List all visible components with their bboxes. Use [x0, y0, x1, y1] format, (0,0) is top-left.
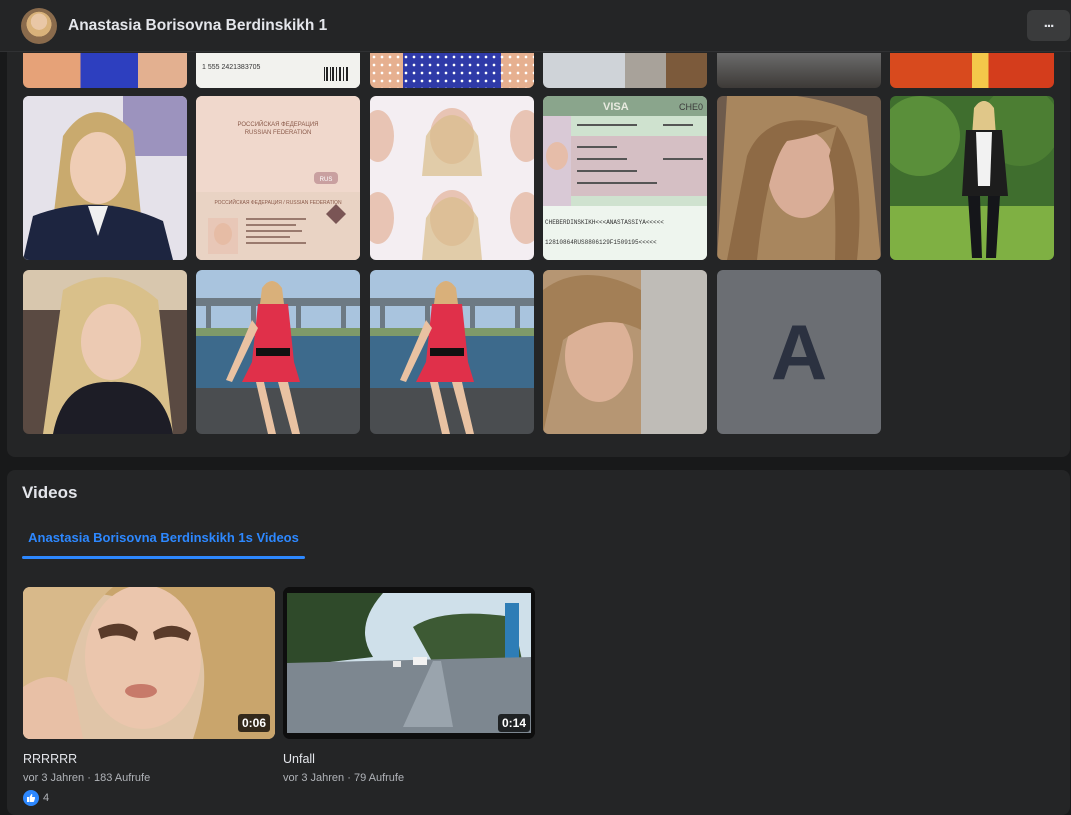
- tab-videos[interactable]: Anastasia Borisovna Berdinskikh 1s Video…: [22, 515, 305, 559]
- video-meta: vor 3 Jahren · 79 Aufrufe: [283, 772, 535, 784]
- video-meta: vor 3 Jahren · 183 Aufrufe: [23, 772, 275, 784]
- photo-thumbnail[interactable]: [370, 53, 534, 88]
- video-thumbnail[interactable]: 0:14: [283, 587, 535, 739]
- photo-thumbnail[interactable]: [23, 96, 187, 260]
- svg-text:12810864RUS8806129F1509195<<<<: 12810864RUS8806129F1509195<<<<<: [545, 239, 657, 246]
- photo-thumbnail[interactable]: [717, 96, 881, 260]
- video-views: 183 Aufrufe: [93, 772, 151, 784]
- video-thumbnail[interactable]: 0:06: [23, 587, 275, 739]
- photo-thumbnail[interactable]: [890, 53, 1054, 88]
- video-views: 79 Aufrufe: [353, 772, 405, 784]
- video-age: vor 3 Jahren: [283, 772, 345, 784]
- avatar[interactable]: [21, 8, 57, 44]
- photo-thumbnail[interactable]: [370, 270, 534, 434]
- svg-text:RUSSIAN FEDERATION: RUSSIAN FEDERATION: [245, 130, 312, 136]
- like-count: 4: [43, 792, 50, 804]
- photo-thumbnail[interactable]: [890, 96, 1054, 260]
- profile-header-bar: Anastasia Borisovna Berdinskikh 1 ...: [0, 0, 1071, 52]
- videos-heading: Videos: [22, 483, 78, 502]
- active-tab-indicator: [22, 556, 305, 559]
- more-icon: ...: [1043, 14, 1054, 31]
- video-title[interactable]: Unfall: [283, 752, 535, 766]
- photo-thumbnail[interactable]: [370, 96, 534, 260]
- svg-text:CHE0: CHE0: [679, 102, 703, 112]
- separator: ·: [87, 772, 91, 784]
- video-duration: 0:14: [497, 714, 530, 732]
- svg-text:РОССИЙСКАЯ ФЕДЕРАЦИЯ / RUSSIAN: РОССИЙСКАЯ ФЕДЕРАЦИЯ / RUSSIAN FEDERATIO…: [214, 198, 342, 206]
- video-item[interactable]: 0:06 RRRRRR vor 3 Jahren · 183 Aufrufe 4: [23, 587, 275, 806]
- video-reactions[interactable]: 4: [23, 790, 275, 806]
- placeholder-letter: A: [770, 307, 828, 396]
- photo-thumbnail[interactable]: [717, 53, 881, 88]
- svg-text:VISA: VISA: [603, 101, 629, 113]
- photo-thumbnail[interactable]: [543, 53, 707, 88]
- video-item[interactable]: 0:14 Unfall vor 3 Jahren · 79 Aufrufe: [283, 587, 535, 784]
- document-number: 1 555 2421383705: [202, 64, 260, 71]
- photo-thumbnail[interactable]: 1 555 2421383705: [196, 53, 360, 88]
- like-icon: [23, 790, 39, 806]
- video-title[interactable]: RRRRRR: [23, 752, 275, 766]
- video-age: vor 3 Jahren: [23, 772, 85, 784]
- photo-thumbnail[interactable]: [23, 270, 187, 434]
- photo-placeholder-letter[interactable]: A: [717, 270, 881, 434]
- photo-thumbnail[interactable]: VISA CHE0 CHEBERDINSKIKH<<<ANASTASSIYA<<…: [543, 96, 707, 260]
- photo-thumbnail[interactable]: РОССИЙСКАЯ ФЕДЕРАЦИЯ RUSSIAN FEDERATION …: [196, 96, 360, 260]
- separator: ·: [347, 772, 351, 784]
- svg-text:CHEBERDINSKIKH<<<ANASTASSIYA<<: CHEBERDINSKIKH<<<ANASTASSIYA<<<<<: [545, 219, 664, 226]
- svg-text:РОССИЙСКАЯ ФЕДЕРАЦИЯ: РОССИЙСКАЯ ФЕДЕРАЦИЯ: [238, 120, 319, 128]
- video-duration: 0:06: [237, 714, 270, 732]
- photos-section: 1 555 2421383705 РОССИЙСКАЯ ФЕДЕРАЦИЯ RU…: [7, 0, 1070, 457]
- videos-section: Videos Anastasia Borisovna Berdinskikh 1…: [7, 470, 1070, 815]
- photo-thumbnail[interactable]: [196, 270, 360, 434]
- photo-thumbnail[interactable]: [543, 270, 707, 434]
- more-options-button[interactable]: ...: [1027, 10, 1070, 41]
- svg-text:RUS: RUS: [320, 177, 333, 183]
- page-title[interactable]: Anastasia Borisovna Berdinskikh 1: [68, 17, 327, 35]
- photo-thumbnail[interactable]: [23, 53, 187, 88]
